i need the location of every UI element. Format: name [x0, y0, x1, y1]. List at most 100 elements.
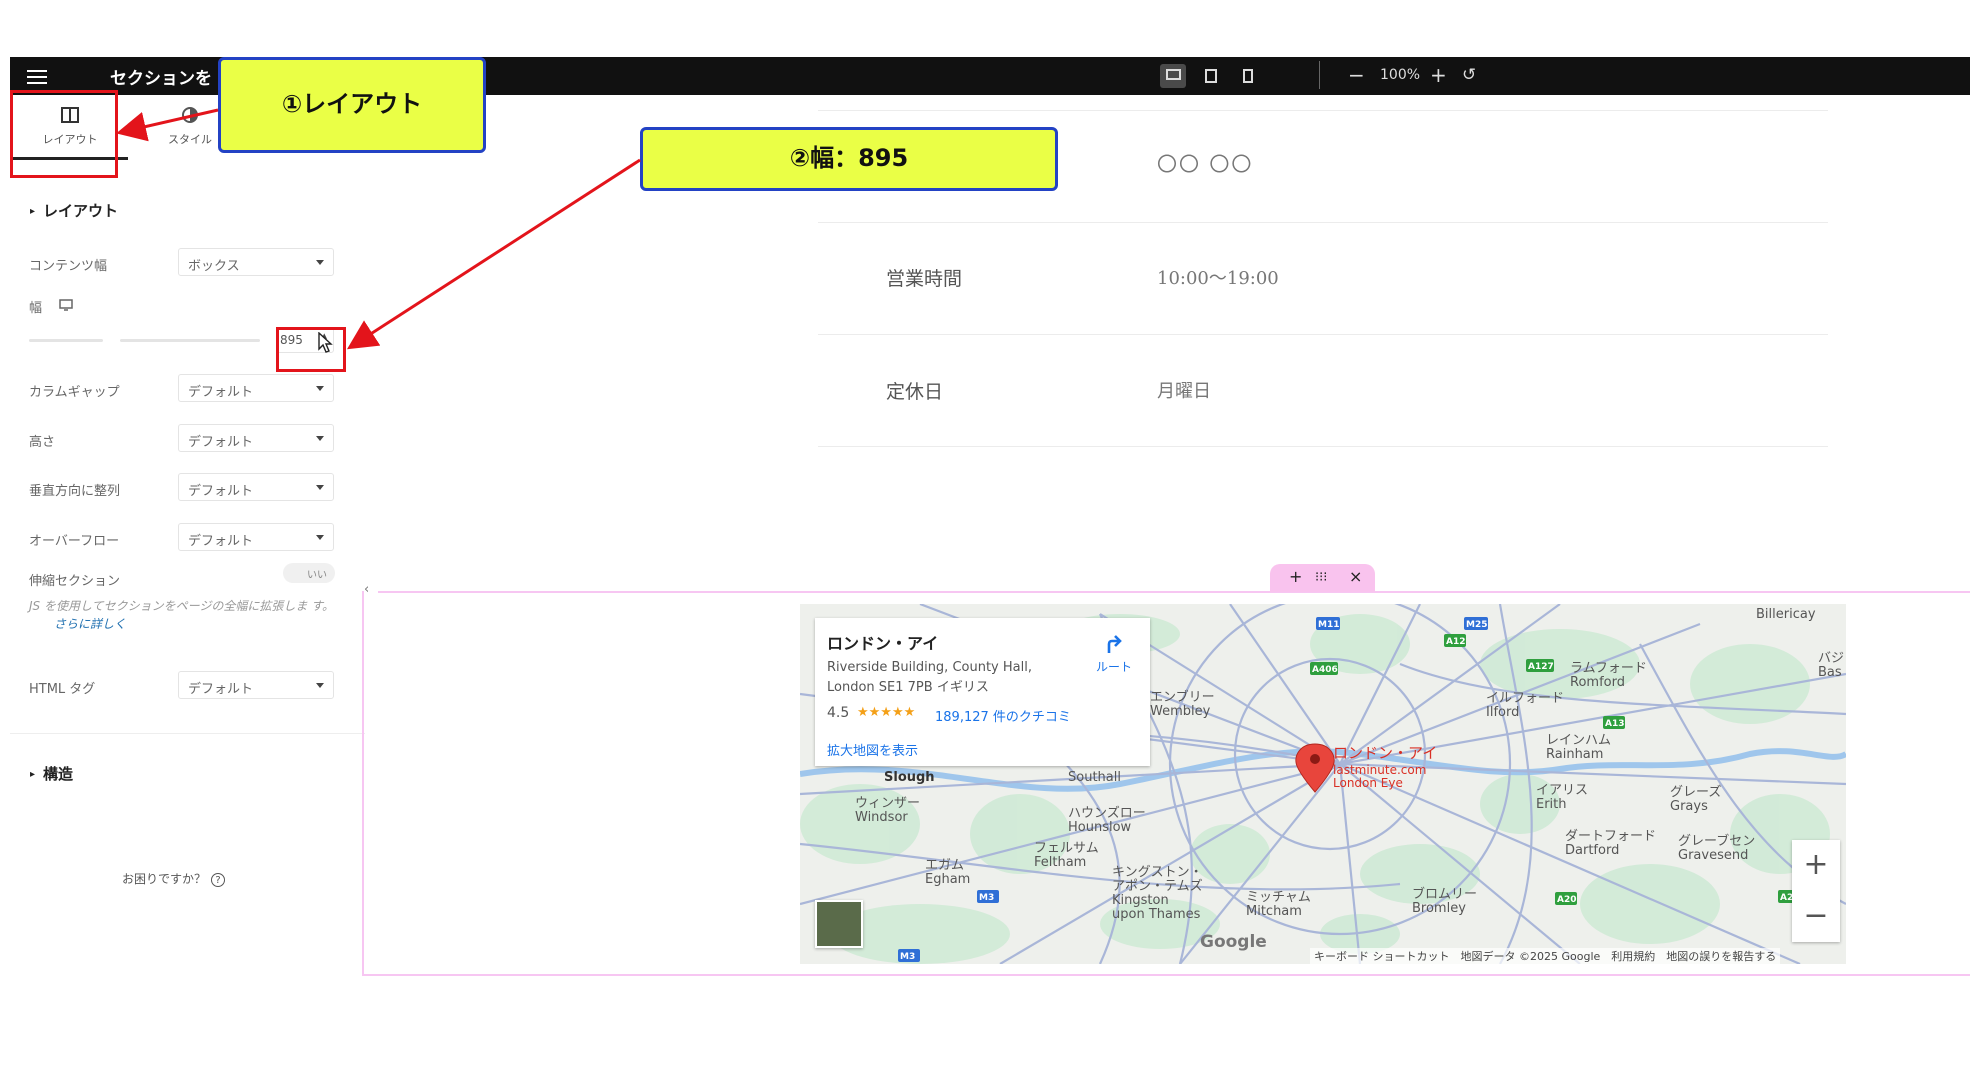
chevron-down-icon [316, 535, 324, 540]
column-gap-value: デフォルト [188, 385, 254, 400]
directions-button[interactable]: ルート [1090, 633, 1138, 675]
section-structure-label: 構造 [43, 765, 74, 783]
height-select[interactable]: デフォルト [178, 424, 334, 452]
map-label: Slough [884, 770, 935, 785]
svg-text:A13: A13 [1605, 719, 1625, 729]
map-label: フェルサム Feltham [1034, 841, 1099, 870]
place-name: ロンドン・アイ [827, 634, 939, 653]
closed-day-label: 定休日 [886, 381, 944, 403]
desktop-icon[interactable] [59, 299, 73, 311]
vertical-align-value: デフォルト [188, 484, 254, 499]
help-label: お困りですか？ [122, 872, 207, 886]
svg-text:M3: M3 [900, 952, 915, 962]
map-zoom-in-button[interactable]: + [1792, 840, 1840, 891]
tablet-icon[interactable] [1199, 64, 1225, 88]
stretch-toggle[interactable]: いい [283, 563, 335, 583]
map-zoom-out-button[interactable]: − [1792, 891, 1840, 942]
section-border [378, 591, 1970, 593]
width-slider-track[interactable] [120, 339, 260, 342]
place-card: ロンドン・アイ Riverside Building, County Hall,… [815, 618, 1150, 766]
directions-icon [1107, 635, 1122, 653]
map-label: ブロムリー Bromley [1412, 887, 1478, 916]
chevron-down-icon [316, 436, 324, 441]
business-hours-value: 10:00〜19:00 [1157, 268, 1279, 289]
svg-text:A406: A406 [1312, 665, 1338, 675]
google-logo: Google [1200, 932, 1267, 952]
pin-label: lastminute.com [1333, 763, 1427, 777]
map-zoom-control: + − [1792, 840, 1840, 942]
top-value: 〇〇 〇〇 [1157, 152, 1254, 176]
html-tag-select[interactable]: デフォルト [178, 671, 334, 699]
divider [818, 222, 1828, 223]
larger-map-link[interactable]: 拡大地図を表示 [827, 740, 918, 759]
topbar-title: セクションを [110, 69, 212, 89]
map-label: レインハム Rainham [1546, 733, 1612, 762]
overflow-select[interactable]: デフォルト [178, 523, 334, 551]
satellite-toggle[interactable] [815, 900, 863, 948]
width-slider-track[interactable] [29, 339, 103, 342]
svg-text:A20: A20 [1557, 895, 1577, 905]
learn-more-link[interactable]: さらに詳しく [54, 615, 126, 632]
delete-section-button[interactable]: × [1349, 567, 1362, 586]
chevron-down-icon [316, 683, 324, 688]
desktop-icon[interactable] [1160, 64, 1186, 88]
pin-label: London Eye [1333, 776, 1403, 790]
overflow-label: オーバーフロー [29, 534, 120, 549]
help-link[interactable]: お困りですか？? [122, 870, 226, 887]
content-width-select[interactable]: ボックス [178, 248, 334, 276]
highlight-width-input [276, 327, 346, 372]
map-attribution: キーボード ショートカット 地図データ ©2025 Google 利用規約 地図… [1310, 948, 1781, 964]
map-label: イルフォード Ilford [1486, 691, 1565, 720]
callout-width: ②幅：895 [640, 127, 1058, 191]
map-label: ウィンザー Windsor [855, 796, 921, 825]
section-border [362, 974, 1970, 976]
menu-icon[interactable] [27, 70, 47, 84]
rating-stars: ★★★★★ [857, 705, 916, 720]
reviews-link[interactable]: 189,127 件のクチコミ [935, 706, 1071, 725]
map-label: イアリス Erith [1536, 783, 1589, 812]
divider [818, 334, 1828, 335]
svg-text:M25: M25 [1466, 620, 1487, 630]
collapse-panel-icon[interactable]: ‹ [364, 582, 369, 597]
add-section-button[interactable]: + [1289, 567, 1302, 586]
zoom-in-icon[interactable]: + [1430, 63, 1447, 87]
svg-text:M11: M11 [1318, 620, 1339, 630]
place-address: Riverside Building, County Hall, London S… [827, 658, 1032, 698]
section-layout-toggle[interactable]: ▸ レイアウト [30, 200, 118, 221]
chevron-down-icon [316, 260, 324, 265]
style-icon [182, 107, 198, 123]
reset-icon[interactable]: ↺ [1462, 63, 1476, 87]
column-gap-label: カラムギャップ [29, 385, 120, 400]
column-gap-select[interactable]: デフォルト [178, 374, 334, 402]
highlight-layout-tab [10, 90, 118, 178]
vertical-align-select[interactable]: デフォルト [178, 473, 334, 501]
map-label: ミッチャム Mitcham [1246, 890, 1311, 919]
screen: セクションを − 100% + ↺ レイアウト スタイル ▸ レイアウト コンテン… [0, 0, 1980, 1080]
business-hours-label: 営業時間 [886, 268, 963, 290]
caret-right-icon: ▸ [30, 206, 36, 217]
svg-text:A127: A127 [1528, 662, 1554, 672]
map-label: グレーズ Grays [1670, 785, 1722, 814]
move-section-handle[interactable]: ⁝⁝⁝ [1315, 570, 1327, 585]
section-structure-toggle[interactable]: ▸ 構造 [30, 763, 73, 784]
tab-style-label: スタイル [168, 133, 212, 146]
closed-day-value: 月曜日 [1157, 381, 1211, 402]
section-handle[interactable]: + ⁝⁝⁝ × [1270, 564, 1375, 592]
zoom-out-icon[interactable]: − [1348, 63, 1365, 87]
section-border [362, 591, 364, 976]
callout-layout: ①レイアウト [218, 57, 486, 153]
height-value: デフォルト [188, 435, 254, 450]
html-tag-value: デフォルト [188, 682, 254, 697]
html-tag-label: HTML タグ [29, 682, 96, 697]
toolbar-separator [1319, 61, 1320, 89]
rating-value: 4.5 [827, 705, 850, 721]
svg-text:M3: M3 [979, 893, 994, 903]
caret-right-icon: ▸ [30, 769, 36, 780]
svg-text:A12: A12 [1446, 637, 1466, 647]
content-width-value: ボックス [188, 259, 240, 274]
mobile-icon[interactable] [1237, 64, 1263, 88]
map-label: エンブリー Wembley [1150, 690, 1215, 719]
map-label: グレーブセン Gravesend [1678, 834, 1756, 863]
chevron-down-icon [316, 386, 324, 391]
width-label: 幅 [29, 301, 43, 316]
